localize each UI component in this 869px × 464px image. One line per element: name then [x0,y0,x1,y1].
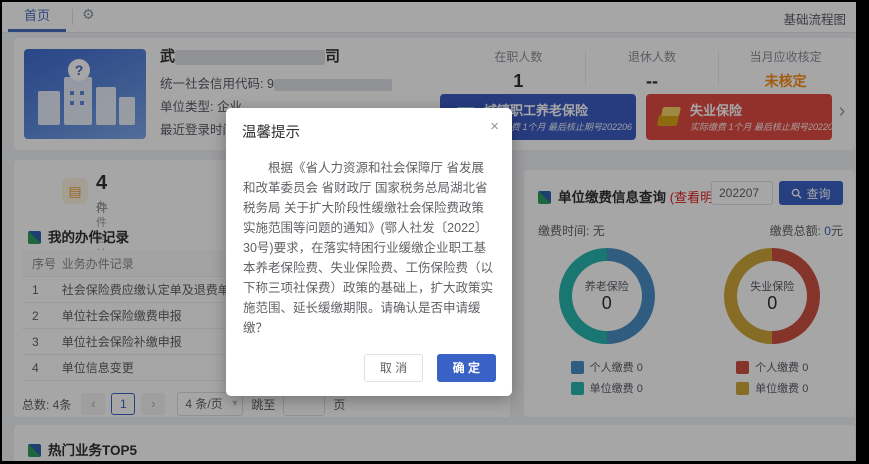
dialog-header: 温馨提示 × [226,108,512,150]
dialog-text: 根据《省人力资源和社会保障厅 省发展和改革委员会 省财政厅 国家税务总局湖北省税… [243,158,495,338]
dialog-title: 温馨提示 [242,125,300,141]
screen: 首页 ⚙ 基础流程图 ? 武司 统一社会信用代码: 9 单位类型: [2,2,856,461]
cancel-button[interactable]: 取 消 [364,354,423,382]
close-icon[interactable]: × [490,119,499,134]
confirm-button[interactable]: 确 定 [437,354,496,382]
dialog-body: 根据《省人力资源和社会保障厅 省发展和改革委员会 省财政厅 国家税务总局湖北省税… [226,150,512,344]
tip-dialog: 温馨提示 × 根据《省人力资源和社会保障厅 省发展和改革委员会 省财政厅 国家税… [226,108,512,396]
dialog-footer: 取 消 确 定 [226,344,512,396]
app-window: 首页 ⚙ 基础流程图 ? 武司 统一社会信用代码: 9 单位类型: [0,0,869,464]
